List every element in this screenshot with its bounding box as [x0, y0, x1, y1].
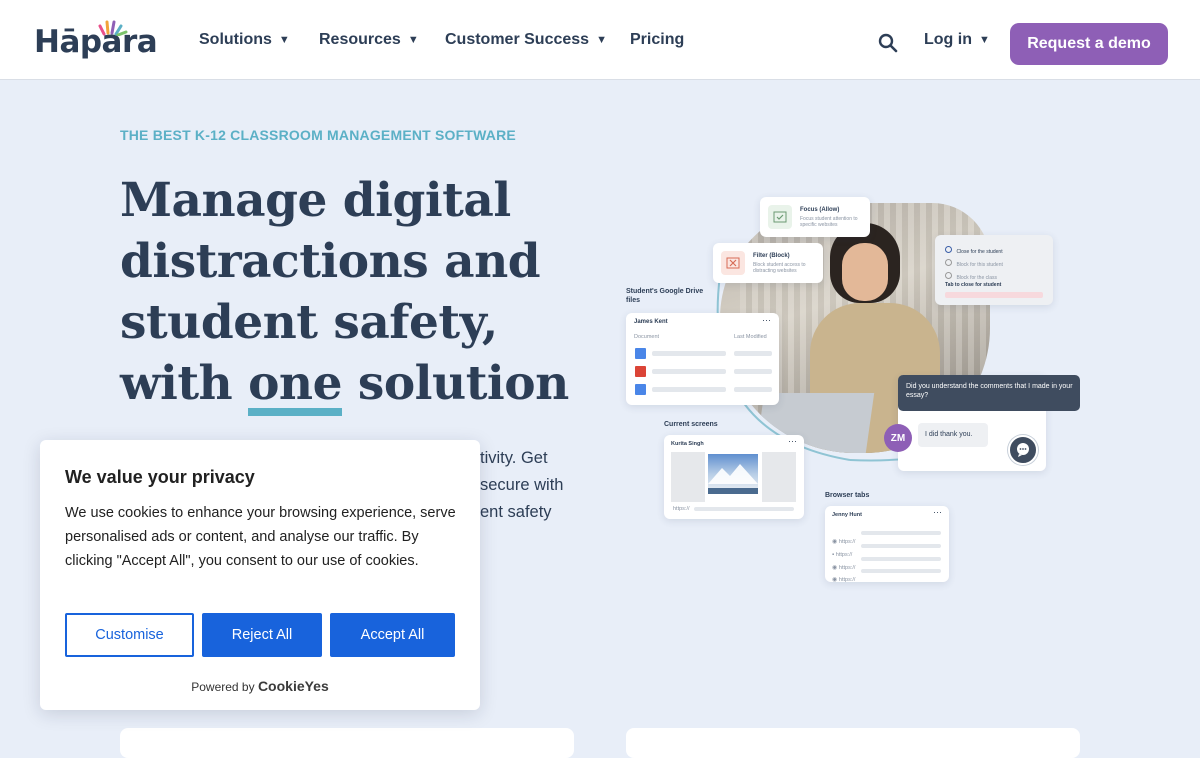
- drive-label: Student's Google Drive files: [626, 288, 704, 304]
- filter-desc: Block student access to distracting webs…: [753, 262, 806, 274]
- headline-part-2: solution: [342, 356, 569, 411]
- filter-block-card: Filter (Block) Block student access to d…: [713, 243, 823, 283]
- doc-icon: [635, 348, 646, 359]
- search-button[interactable]: [878, 33, 898, 58]
- feature-card: [626, 728, 1080, 758]
- nav-pricing[interactable]: Pricing: [630, 0, 684, 79]
- hero-illustration: Focus (Allow) Focus student attention to…: [620, 195, 1090, 595]
- caret-down-icon: ▼: [278, 33, 290, 46]
- caret-down-icon: ▼: [596, 33, 607, 46]
- filter-title: Filter (Block): [753, 253, 790, 259]
- mountain-image: [708, 454, 758, 494]
- focus-title: Focus (Allow): [800, 207, 840, 213]
- nav-customer-success[interactable]: Customer Success ▼: [445, 0, 607, 79]
- focus-allow-card: Focus (Allow) Focus student attention to…: [760, 197, 870, 237]
- col-document: Document: [634, 334, 660, 340]
- screens-student-name: Kurita Singh: [671, 441, 704, 447]
- nav-pricing-label: Pricing: [630, 30, 685, 48]
- nav-solutions-label: Solutions: [199, 30, 272, 48]
- url-pill: [945, 292, 1043, 298]
- chat-reply-bubble: I did thank you.: [918, 423, 988, 447]
- cookieyes-logo[interactable]: CookieYes: [258, 678, 329, 694]
- focus-desc: Focus student attention to specific webs…: [800, 216, 858, 228]
- current-screens-card: Kurita Singh ··· https://: [664, 435, 804, 519]
- reject-all-button[interactable]: Reject All: [202, 613, 322, 657]
- more-icon: ···: [933, 507, 942, 517]
- close-options-card: Close for the student Block for this stu…: [935, 235, 1053, 305]
- slides-icon: [635, 366, 646, 377]
- col-modified: Last Modified: [734, 334, 767, 340]
- more-icon: ···: [788, 436, 797, 446]
- chat-icon: [1008, 435, 1038, 465]
- cookie-text: We use cookies to enhance your browsing …: [65, 505, 456, 569]
- url-stub: https://: [673, 506, 690, 512]
- cookie-consent-dialog: We value your privacy We use cookies to …: [40, 440, 480, 710]
- hero-headline: Manage digital distractions and student …: [120, 170, 580, 416]
- more-icon: ···: [762, 315, 771, 325]
- nav-customer-success-label: Customer Success: [445, 30, 590, 48]
- browser-tabs-card: Jenny Hunt ··· ◉ https:// ▪ https:// ◉ h…: [825, 506, 949, 583]
- chat-question-bubble: Did you understand the comments that I m…: [898, 375, 1080, 411]
- hero-eyebrow: THE BEST K-12 CLASSROOM MANAGEMENT SOFTW…: [120, 127, 516, 143]
- nav-resources-label: Resources: [319, 30, 401, 48]
- login-label: Log in: [924, 30, 972, 48]
- drive-files-card: James Kent ··· Document Last Modified: [626, 313, 779, 405]
- nav-solutions[interactable]: Solutions ▼: [199, 0, 290, 79]
- block-icon: [721, 251, 745, 275]
- screens-label: Current screens: [664, 421, 718, 428]
- tabs-label: Browser tabs: [825, 492, 870, 499]
- nav-resources[interactable]: Resources ▼: [319, 0, 419, 79]
- powered-by: Powered by CookieYes: [40, 678, 480, 694]
- tabs-student-name: Jenny Hunt: [832, 512, 862, 518]
- headline-highlight: one: [248, 353, 342, 416]
- login-menu[interactable]: Log in ▼: [924, 0, 990, 79]
- accept-all-button[interactable]: Accept All: [330, 613, 455, 657]
- logo-rays-icon: [98, 20, 128, 36]
- chat-question: Did you understand the comments that I m…: [906, 383, 1073, 399]
- site-header: Hāpara Solutions ▼ Resources ▼ Customer Su…: [0, 0, 1200, 80]
- drive-student-name: James Kent: [634, 319, 668, 325]
- check-icon: [768, 205, 792, 229]
- tab-close-label: Tab to close for student: [945, 282, 1002, 288]
- caret-down-icon: ▼: [978, 33, 990, 46]
- tab-row: ◉ https://: [832, 577, 856, 583]
- customise-button[interactable]: Customise: [65, 613, 194, 657]
- hapara-logo[interactable]: Hāpara: [34, 20, 158, 60]
- cookie-title: We value your privacy: [65, 467, 255, 487]
- powered-prefix: Powered by: [191, 680, 255, 694]
- request-demo-button[interactable]: Request a demo: [1010, 23, 1168, 65]
- avatar: ZM: [884, 424, 912, 452]
- caret-down-icon: ▼: [407, 33, 419, 46]
- chat-reply: I did thank you.: [925, 431, 973, 438]
- doc-icon: [635, 384, 646, 395]
- feature-card: [120, 728, 574, 758]
- search-icon: [878, 33, 898, 53]
